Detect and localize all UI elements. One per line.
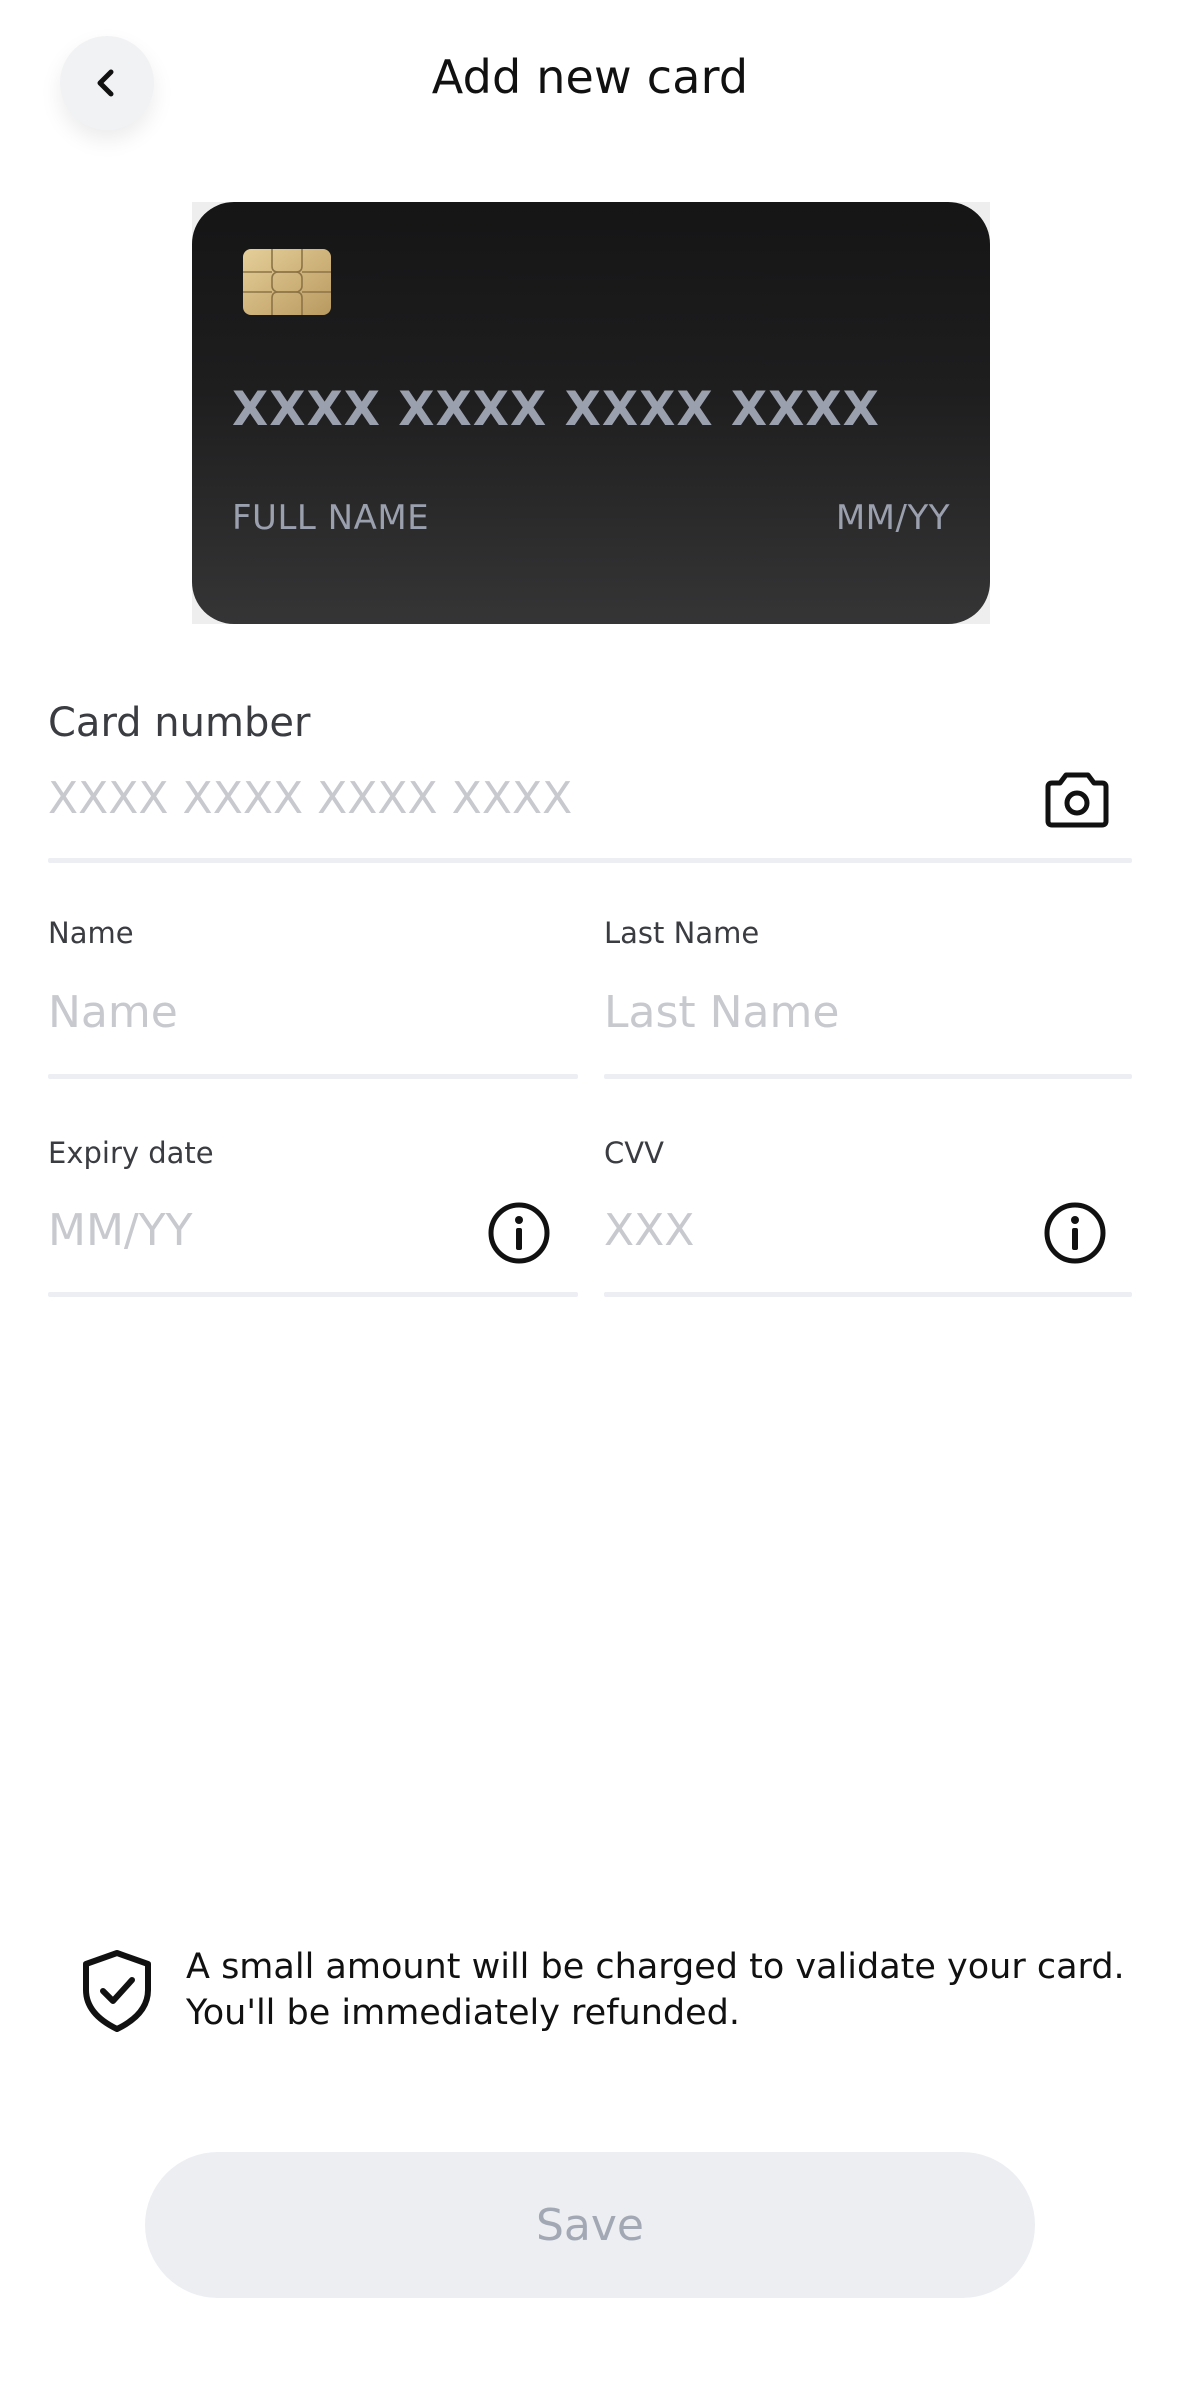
shield-check-icon xyxy=(83,1950,151,2032)
expiry-label: Expiry date xyxy=(48,1136,214,1170)
last-name-underline xyxy=(604,1074,1132,1079)
cvv-info-button[interactable] xyxy=(1040,1198,1110,1268)
save-button[interactable]: Save xyxy=(145,2152,1035,2298)
card-number-input[interactable] xyxy=(48,766,1008,830)
expiry-underline xyxy=(48,1292,578,1297)
card-preview: XXXX XXXX XXXX XXXX FULL NAME MM/YY xyxy=(192,202,990,624)
notice-line-1: A small amount will be charged to valida… xyxy=(186,1947,1125,1987)
last-name-label: Last Name xyxy=(604,916,760,950)
cvv-label: CVV xyxy=(604,1136,664,1170)
card-preview-face: XXXX XXXX XXXX XXXX FULL NAME MM/YY xyxy=(192,202,990,624)
expiry-info-button[interactable] xyxy=(484,1198,554,1268)
scan-card-button[interactable] xyxy=(1040,762,1114,836)
chip-icon xyxy=(243,249,331,315)
notice-text: A small amount will be charged to valida… xyxy=(186,1944,1126,2036)
cvv-input[interactable] xyxy=(604,1198,1024,1262)
info-icon xyxy=(488,1202,550,1264)
first-name-label: Name xyxy=(48,916,134,950)
card-preview-number: XXXX XXXX XXXX XXXX xyxy=(232,382,880,437)
validation-notice: A small amount will be charged to valida… xyxy=(80,1944,1125,2044)
last-name-input[interactable] xyxy=(604,980,1124,1044)
cvv-underline xyxy=(604,1292,1132,1297)
first-name-underline xyxy=(48,1074,578,1079)
page-title: Add new card xyxy=(431,50,749,104)
card-number-underline xyxy=(48,858,1132,863)
card-number-label: Card number xyxy=(48,700,311,746)
info-icon xyxy=(1044,1202,1106,1264)
expiry-input[interactable] xyxy=(48,1198,468,1262)
card-preview-expiry: MM/YY xyxy=(835,498,950,538)
camera-icon xyxy=(1045,772,1109,828)
first-name-input[interactable] xyxy=(48,980,568,1044)
card-preview-name: FULL NAME xyxy=(232,498,430,538)
notice-line-2: You'll be immediately refunded. xyxy=(186,1993,740,2033)
